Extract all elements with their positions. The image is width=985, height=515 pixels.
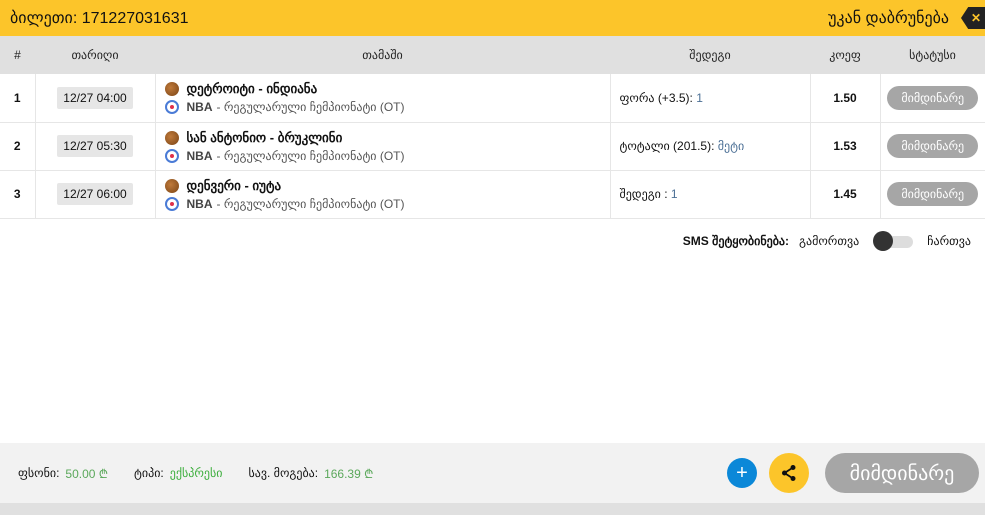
row-number: 1	[0, 74, 36, 123]
row-number: 3	[0, 170, 36, 219]
bets-table: # თარიღი თამაში შედეგი კოეფ სტატუსი 1 12…	[0, 36, 985, 219]
match-date: 12/27 04:00	[57, 86, 133, 109]
close-icon[interactable]: ✕	[961, 7, 985, 29]
col-date: თარიღი	[35, 36, 155, 74]
status-cell: მიმდინარე	[880, 122, 985, 171]
nba-logo-icon	[164, 100, 179, 115]
game-cell: სან ანტონიო - ბრუკლინი NBA - რეგულარული ჩ…	[155, 122, 611, 171]
status-badge: მიმდინარე	[887, 182, 979, 206]
share-button[interactable]	[769, 453, 809, 493]
table-row: 3 12/27 06:00 დენვერი - იუტა NBA - რეგულა…	[0, 170, 985, 219]
league-detail: - რეგულარული ჩემპიონატი (OT)	[216, 196, 405, 211]
date-cell: 12/27 06:00	[35, 170, 156, 219]
coef-cell: 1.50	[810, 74, 881, 123]
league-detail: - რეგულარული ჩემპიონატი (OT)	[216, 148, 405, 163]
ticket-status-button[interactable]: მიმდინარე	[825, 453, 979, 493]
nba-logo-icon	[164, 148, 179, 163]
table-row: 1 12/27 04:00 დეტროიტი - ინდიანა NBA - რე…	[0, 74, 985, 123]
stake-value: 50.00 ₾	[65, 466, 109, 481]
ticket-id: 171227031631	[81, 10, 189, 27]
outcome-cell: ფორა (+3.5): 1	[610, 74, 811, 123]
outcome-cell: შედეგი : 1	[610, 170, 811, 219]
match-name[interactable]: სან ანტონიო - ბრუკლინი	[187, 130, 343, 146]
basketball-icon	[164, 82, 179, 97]
col-coef: კოეფ	[810, 36, 880, 74]
league-name: NBA	[186, 100, 213, 115]
league-name: NBA	[186, 148, 213, 163]
outcome-value: მეტი	[717, 139, 745, 153]
top-bar: ბილეთი: 171227031631 უკან დაბრუნება ✕	[0, 0, 985, 36]
nba-logo-icon	[164, 196, 179, 211]
sms-label: SMS შეტყობინება:	[682, 233, 790, 248]
match-date: 12/27 06:00	[57, 183, 133, 205]
coef-cell: 1.53	[810, 122, 881, 171]
outcome-value: 1	[670, 187, 678, 201]
date-cell: 12/27 04:00	[35, 74, 156, 123]
win-value: 166.39 ₾	[324, 466, 374, 481]
outcome-cell: ტოტალი (201.5): მეტი	[610, 122, 811, 171]
game-cell: დენვერი - იუტა NBA - რეგულარული ჩემპიონატ…	[155, 170, 611, 219]
col-number: #	[0, 36, 35, 74]
col-status: სტატუსი	[880, 36, 985, 74]
match-name[interactable]: დენვერი - იუტა	[187, 178, 282, 194]
status-cell: მიმდინარე	[880, 170, 985, 219]
col-game: თამაში	[155, 36, 610, 74]
outcome-market: ტოტალი (201.5):	[619, 139, 715, 153]
table-row: 2 12/27 05:30 სან ანტონიო - ბრუკლინი NBA…	[0, 122, 985, 171]
outcome-market: ფორა (+3.5):	[619, 90, 693, 105]
outcome-value: 1	[696, 90, 703, 105]
status-badge: მიმდინარე	[887, 134, 979, 158]
stake-label: ფსონი:	[18, 466, 60, 480]
match-name[interactable]: დეტროიტი - ინდიანა	[187, 81, 318, 97]
date-cell: 12/27 05:30	[35, 122, 156, 171]
league-detail: - რეგულარული ჩემპიონატი (OT)	[216, 100, 405, 115]
league-name: NBA	[186, 196, 213, 211]
status-cell: მიმდინარე	[880, 74, 985, 123]
type-value: ექსპრესი	[169, 466, 223, 480]
footer-bar: ფსონი: 50.00 ₾ ტიპი: ექსპრესი სავ. მოგებ…	[0, 443, 985, 503]
coef-cell: 1.45	[810, 170, 881, 219]
share-icon	[782, 465, 796, 481]
back-label: უკან დაბრუნება	[828, 10, 949, 27]
row-number: 2	[0, 122, 36, 171]
match-date: 12/27 05:30	[57, 135, 133, 157]
sms-toggle[interactable]	[873, 230, 914, 251]
ticket-title: ბილეთი: 171227031631	[10, 8, 189, 28]
win-label: სავ. მოგება:	[248, 466, 319, 480]
sms-notifications: SMS შეტყობინება: გამორთვა ჩართვა	[0, 219, 985, 251]
outcome-market: შედეგი :	[619, 187, 668, 201]
toggle-knob[interactable]	[873, 230, 894, 251]
bottom-strip	[0, 503, 985, 515]
sms-on-label[interactable]: ჩართვა	[927, 234, 971, 248]
type-label: ტიპი:	[134, 466, 164, 480]
sms-off-label[interactable]: გამორთვა	[799, 234, 859, 248]
basketball-icon	[164, 130, 179, 145]
basketball-icon	[164, 178, 179, 193]
add-button[interactable]: +	[727, 458, 757, 488]
game-cell: დეტროიტი - ინდიანა NBA - რეგულარული ჩემპი…	[155, 74, 611, 123]
back-button[interactable]: უკან დაბრუნება ✕	[828, 7, 985, 29]
col-outcome: შედეგი	[610, 36, 810, 74]
ticket-label: ბილეთი:	[10, 10, 78, 27]
status-badge: მიმდინარე	[887, 85, 979, 110]
